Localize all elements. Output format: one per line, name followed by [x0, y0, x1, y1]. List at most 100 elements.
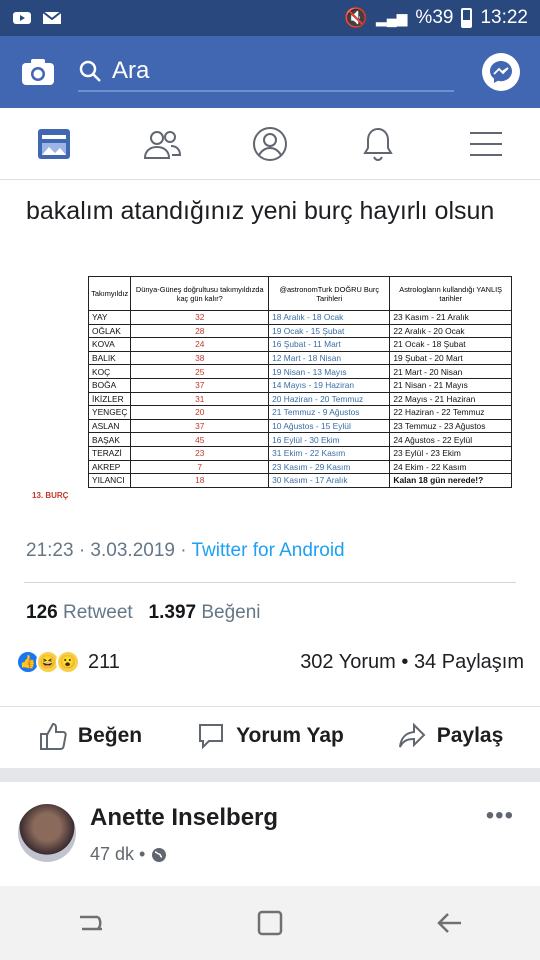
tweet-via[interactable]: Twitter for Android: [192, 540, 345, 561]
table-cell: 24: [130, 337, 270, 352]
table-cell: 30 Kasım - 17 Aralık: [268, 473, 391, 488]
share-button[interactable]: Paylaş: [360, 707, 540, 764]
like-count: 1.397: [148, 602, 197, 623]
table-header-cell: Takımyıldız: [87, 276, 132, 311]
table-row: İKİZLER 31 20 Haziran - 20 Temmuz 22 Mayıs …: [87, 391, 512, 407]
share-button-label: Paylaş: [436, 723, 504, 747]
feed-separator: [0, 768, 540, 782]
table-header-cell: Astrologların kullandığı YANLIŞ tarihler: [389, 276, 512, 311]
table-cell: AKREP: [87, 459, 132, 475]
post-actions: Beğen Yorum Yap Paylaş: [0, 706, 540, 764]
table-cell: 10 Ağustos - 15 Eylül: [268, 418, 391, 434]
recent-apps-icon[interactable]: [76, 911, 104, 935]
table-cell: OĞLAK: [87, 323, 132, 339]
tab-friends[interactable]: [108, 108, 216, 179]
table-row: YENGEÇ 20 21 Temmuz - 9 Ağustos 22 Haziran …: [87, 405, 512, 420]
post-time-label: 47 dk •: [90, 844, 146, 864]
table-row: OĞLAK 28 19 Ocak - 15 Şubat 22 Aralık - 20 …: [87, 323, 512, 339]
table-row: BOĞA 37 14 Mayıs - 19 Haziran 21 Nisan - 21…: [87, 377, 512, 393]
camera-icon[interactable]: [20, 57, 56, 87]
table-cell: TERAZİ: [87, 445, 132, 461]
post-time: 47 dk •: [90, 844, 167, 865]
avatar[interactable]: [18, 804, 76, 862]
tab-bar: [0, 108, 540, 180]
table-body: YAY 32 18 Aralık - 18 Ocak 23 Kasım - 21 Ar…: [87, 310, 512, 488]
wow-reaction-icon: 😮: [56, 650, 80, 674]
table-cell: KOÇ: [87, 364, 132, 379]
table-cell: 31: [130, 391, 270, 407]
comment-button[interactable]: Yorum Yap: [180, 707, 360, 764]
reactions-bar[interactable]: 👍 😆 😮 211 302 Yorum • 34 Paylaşım: [16, 650, 524, 674]
tweet-timestamp: 21:23 · 3.03.2019 · Twitter for Android: [26, 540, 345, 562]
table-header-cell: Dünya-Güneş doğrultusu takımyıldızda kaç…: [130, 276, 270, 311]
table-cell: 23: [130, 445, 270, 461]
youtube-icon: [13, 12, 31, 24]
share-icon: [398, 722, 426, 747]
like-button-label: Beğen: [77, 723, 143, 747]
table-row: KOVA 24 16 Şubat - 11 Mart 21 Ocak - 18 Şub…: [87, 337, 512, 352]
tab-notifications[interactable]: [324, 108, 432, 179]
search-icon: [79, 60, 101, 82]
friends-icon: [143, 130, 181, 159]
table-cell: 20 Haziran - 20 Temmuz: [268, 391, 391, 407]
zodiac-table: Takımyıldız Dünya-Güneş doğrultusu takımy…: [87, 276, 512, 488]
table-row: YAY 32 18 Aralık - 18 Ocak 23 Kasım - 21 Ar…: [87, 310, 512, 325]
table-cell: 45: [130, 432, 270, 447]
next-post: Anette Inselberg 47 dk • •••: [0, 782, 540, 886]
table-cell: YAY: [87, 310, 132, 325]
table-row: AKREP 7 23 Kasım - 29 Kasım 24 Ekim - 22 Ka…: [87, 459, 512, 475]
tweet-image[interactable]: 13. BURÇ Takımyıldız Dünya-Güneş doğrultu…: [24, 276, 514, 508]
table-cell: 7: [130, 459, 270, 475]
battery-label: %39: [415, 7, 454, 28]
burc13-label: 13. BURÇ: [32, 491, 69, 500]
bell-icon: [363, 127, 393, 161]
table-row: YILANCI 18 30 Kasım - 17 Aralık Kalan 18 gü…: [87, 473, 512, 488]
tab-menu[interactable]: [432, 108, 540, 179]
android-nav-bar: [0, 886, 540, 960]
table-cell: 31 Ekim - 22 Kasım: [268, 445, 391, 461]
back-icon[interactable]: [436, 911, 464, 935]
app-bar: Ara: [0, 36, 540, 108]
shared-tweet[interactable]: bakalım atandığınız yeni burç hayırlı ol…: [0, 180, 540, 580]
post-author[interactable]: Anette Inselberg: [90, 804, 278, 832]
table-row: KOÇ 25 19 Nisan - 13 Mayıs 21 Mart - 20 Nis…: [87, 364, 512, 379]
table-cell: 14 Mayıs - 19 Haziran: [268, 377, 391, 393]
table-cell: 28: [130, 323, 270, 339]
table-cell: 21 Temmuz - 9 Ağustos: [268, 405, 391, 420]
tab-profile[interactable]: [216, 108, 324, 179]
search-input[interactable]: Ara: [78, 52, 454, 92]
table-cell: 32: [130, 310, 270, 325]
table-cell: 19 Nisan - 13 Mayıs: [268, 364, 391, 379]
table-row: ASLAN 37 10 Ağustos - 15 Eylül 23 Temmuz - …: [87, 418, 512, 434]
tweet-text: bakalım atandığınız yeni burç hayırlı ol…: [26, 197, 495, 225]
retweet-count: 126: [26, 602, 58, 623]
table-header-row: Takımyıldız Dünya-Güneş doğrultusu takımy…: [87, 276, 512, 311]
tab-news-feed[interactable]: [0, 108, 108, 179]
more-options-button[interactable]: •••: [486, 802, 514, 830]
table-cell: 25: [130, 364, 270, 379]
like-button[interactable]: Beğen: [0, 707, 180, 764]
table-cell: BAŞAK: [87, 432, 132, 447]
table-cell: 23 Eylül - 23 Ekim: [389, 445, 512, 461]
table-cell: 20: [130, 405, 270, 420]
table-cell: 38: [130, 350, 270, 366]
table-cell: 24 Ekim - 22 Kasım: [389, 459, 512, 475]
globe-icon: [152, 847, 167, 862]
comments-shares-summary[interactable]: 302 Yorum • 34 Paylaşım: [300, 651, 524, 674]
clock: 13:22: [480, 7, 528, 28]
reaction-count: 211: [88, 650, 120, 673]
table-cell: 16 Şubat - 11 Mart: [268, 337, 391, 352]
battery-icon: [461, 8, 473, 28]
tweet-engagement: 126 Retweet 1.397 Beğeni: [26, 602, 261, 624]
table-cell: 37: [130, 418, 270, 434]
table-cell: 19 Şubat - 20 Mart: [389, 350, 512, 366]
table-cell: 22 Mayıs - 21 Haziran: [389, 391, 512, 407]
home-icon[interactable]: [257, 910, 283, 936]
messenger-button[interactable]: [482, 53, 520, 91]
table-cell: 21 Mart - 20 Nisan: [389, 364, 512, 379]
table-row: BALIK 38 12 Mart - 18 Nisan 19 Şubat - 20 M…: [87, 350, 512, 366]
comment-button-label: Yorum Yap: [236, 723, 344, 747]
thumbs-up-icon: [39, 722, 67, 750]
menu-icon: [470, 131, 502, 156]
gmail-icon: [42, 11, 62, 24]
